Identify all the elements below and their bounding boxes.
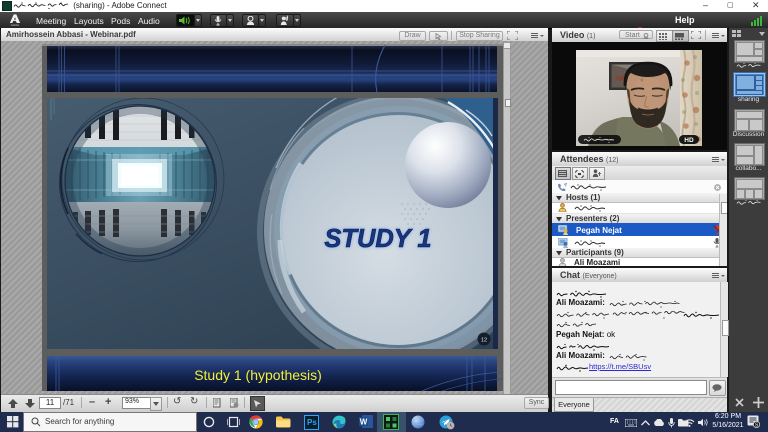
svg-text:12: 12 xyxy=(481,338,487,344)
svg-text:STUDY 1: STUDY 1 xyxy=(324,225,431,253)
svg-text:Study 1 (hypothesis): Study 1 (hypothesis) xyxy=(194,367,322,383)
svg-text:Adobe: Adobe xyxy=(11,23,20,26)
svg-text:W: W xyxy=(360,418,368,427)
svg-text:HD: HD xyxy=(684,137,694,144)
